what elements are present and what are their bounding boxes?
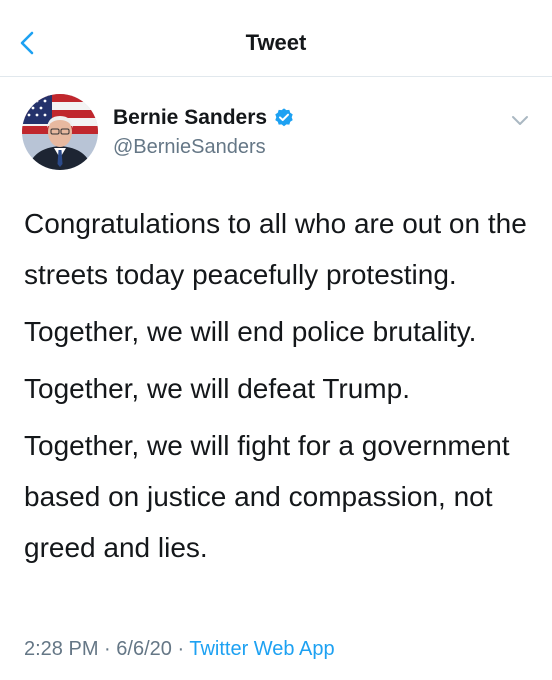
tweet-time: 2:28 PM [24,638,99,660]
meta-separator: · [177,638,185,660]
tweet-meta: 2:28 PM · 6/6/20 · Twitter Web App [24,638,335,661]
meta-separator: · [104,638,111,660]
tweet-options-button[interactable] [508,108,532,132]
chevron-down-icon [512,116,528,125]
tweet-paragraph: Together, we will end police brutality. [24,316,477,347]
tweet-paragraph: Together, we will defeat Trump. [24,373,410,404]
tweet-paragraph: Together, we will fight for a government… [24,430,510,563]
tweet-date: 6/6/20 [116,638,172,660]
tweet-text: Congratulations to all who are out on th… [24,198,534,579]
author-handle[interactable]: @BernieSanders [113,136,266,159]
author-name-row[interactable]: Bernie Sanders [113,106,295,130]
tweet-paragraph: Congratulations to all who are out on th… [24,208,527,290]
page-title: Tweet [245,30,307,55]
verified-badge-icon [275,108,293,127]
top-bar: Tweet [0,0,552,77]
avatar[interactable] [22,94,98,170]
author-name[interactable]: Bernie Sanders [113,106,267,130]
tweet-source-link[interactable]: Twitter Web App [189,638,334,660]
